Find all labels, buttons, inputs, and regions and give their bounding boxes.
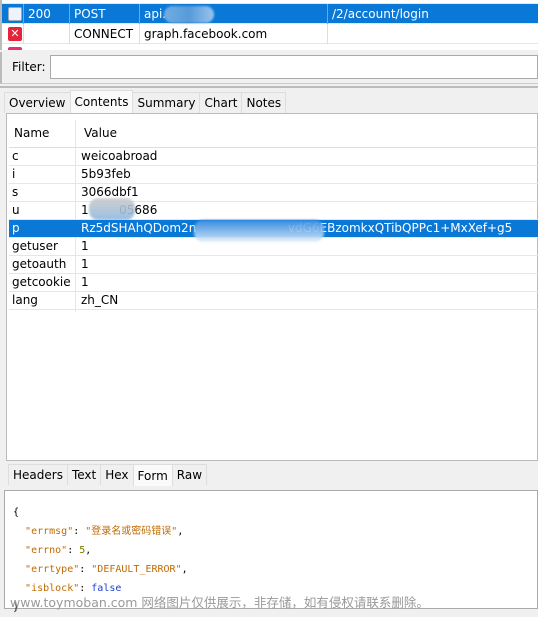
param-value: 1: [81, 275, 89, 289]
table-header: Name Value: [9, 120, 538, 148]
param-name: i: [12, 167, 16, 181]
path-cell: /2/account/login: [332, 7, 429, 21]
sequence-row-selected[interactable]: 200 POST api. /2/account/login: [2, 4, 538, 24]
json-key: "errno": [25, 545, 68, 556]
error-icon: [8, 47, 22, 50]
filter-label: Filter:: [12, 60, 46, 74]
status-cell: [24, 24, 70, 44]
table-row[interactable]: s 3066dbf1: [9, 184, 538, 202]
param-name: c: [12, 149, 19, 163]
json-value: "登录名或密码错误": [85, 526, 178, 537]
request-tabs: Overview Contents Summary Chart Notes: [4, 90, 287, 113]
table-row[interactable]: c weicoabroad: [9, 148, 538, 166]
sequence-row[interactable]: ✕ CONNECT graph.facebook.com: [2, 24, 538, 44]
json-brace: {: [13, 507, 20, 518]
table-row-selected[interactable]: p Rz5dSHAhQDom2n vdG6EBzomkxQTibQPPc1+MxX…: [9, 220, 538, 242]
tab-headers[interactable]: Headers: [8, 464, 68, 485]
filter-bar: Filter:: [0, 52, 538, 84]
splitter[interactable]: [0, 86, 538, 88]
tab-notes[interactable]: Notes: [241, 92, 287, 113]
json-key: "errmsg": [25, 526, 74, 537]
body-tabs: Headers Text Hex Form Raw: [8, 464, 208, 486]
table-row[interactable]: getcookie 1: [9, 274, 538, 292]
form-panel: Name Value c weicoabroad i 5b93feb s 3066db…: [6, 113, 538, 461]
param-name: lang: [12, 293, 38, 307]
method-cell: CONNECT: [70, 24, 140, 44]
param-value: 1: [81, 239, 89, 253]
host-cell: graph.facebook.com: [140, 24, 328, 44]
tab-chart[interactable]: Chart: [199, 92, 243, 113]
privacy-blur: [89, 198, 135, 220]
tab-form[interactable]: Form: [132, 464, 173, 486]
privacy-blur: [164, 6, 214, 23]
tab-raw[interactable]: Raw: [171, 464, 208, 485]
table-row[interactable]: u1 05686: [9, 198, 538, 220]
json-key: "errtype": [25, 564, 80, 575]
tab-summary[interactable]: Summary: [132, 92, 201, 113]
param-name: getoauth: [12, 257, 67, 271]
table-row[interactable]: getoauth 1: [9, 256, 538, 274]
tab-text[interactable]: Text: [66, 464, 102, 485]
param-value: 1: [81, 257, 89, 271]
tab-contents[interactable]: Contents: [69, 90, 134, 113]
filter-input[interactable]: [50, 55, 538, 79]
param-name: s: [12, 185, 19, 199]
sequence-row-partial[interactable]: [2, 44, 538, 50]
tab-overview[interactable]: Overview: [4, 92, 71, 113]
column-header-name[interactable]: Name: [14, 126, 49, 140]
param-value: zh_CN: [81, 293, 119, 307]
sequence-table[interactable]: 200 POST api. /2/account/login ✕ CONNECT…: [0, 0, 538, 50]
status-cell: 200: [24, 4, 70, 24]
column-header-value[interactable]: Value: [84, 126, 117, 140]
method-cell: POST: [70, 4, 140, 24]
table-row[interactable]: i 5b93feb: [9, 166, 538, 184]
param-name: getuser: [12, 239, 58, 253]
param-name: p: [12, 221, 20, 235]
json-value: 5: [79, 545, 86, 556]
tab-hex[interactable]: Hex: [100, 464, 134, 485]
param-name: getcookie: [12, 275, 71, 289]
param-value: weicoabroad: [81, 149, 158, 163]
param-name: u: [12, 203, 20, 217]
param-value: 5b93feb: [81, 167, 131, 181]
json-value: "DEFAULT_ERROR": [91, 564, 182, 575]
table-row[interactable]: lang zh_CN: [9, 292, 538, 310]
path-cell: [328, 24, 538, 44]
watermark: www.toymoban.com 网络图片仅供展示，非存储，如有侵权请联系删除。: [10, 595, 429, 610]
table-row[interactable]: getuser 1: [9, 238, 538, 256]
